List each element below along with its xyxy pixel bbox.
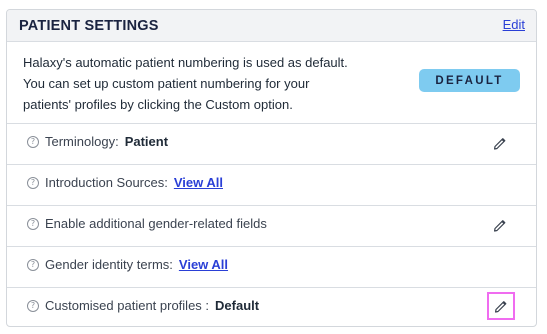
pencil-icon[interactable] <box>487 292 515 320</box>
setting-row-gender-identity-terms: ? Gender identity terms: View All <box>7 247 536 288</box>
patient-settings-card: PATIENT SETTINGS Edit Halaxy's automatic… <box>6 9 537 327</box>
terminology-label: Terminology: <box>45 134 119 149</box>
setting-row-gender-fields: ? Enable additional gender-related field… <box>7 206 536 247</box>
customised-profiles-label: Customised patient profiles : <box>45 298 210 313</box>
gender-fields-label: Enable additional gender-related fields <box>45 216 267 231</box>
gender-identity-terms-label: Gender identity terms: <box>45 257 173 272</box>
default-button[interactable]: DEFAULT <box>419 69 520 92</box>
row-text: Customised patient profiles : Default <box>45 298 259 313</box>
numbering-intro: Halaxy's automatic patient numbering is … <box>7 42 536 124</box>
help-icon[interactable]: ? <box>27 218 39 230</box>
card-title: PATIENT SETTINGS <box>19 18 159 34</box>
card-header: PATIENT SETTINGS Edit <box>7 10 536 42</box>
setting-row-customised-profiles: ? Customised patient profiles : Default <box>7 288 536 326</box>
row-text: Introduction Sources: View All <box>45 175 223 190</box>
row-text: Terminology: Patient <box>45 134 168 149</box>
help-icon[interactable]: ? <box>27 259 39 271</box>
setting-row-terminology: ? Terminology: Patient <box>7 124 536 165</box>
help-icon[interactable]: ? <box>27 300 39 312</box>
terminology-value: Patient <box>124 134 169 149</box>
default-button-label: DEFAULT <box>435 74 504 87</box>
intro-text: Halaxy's automatic patient numbering is … <box>23 55 348 112</box>
edit-link[interactable]: Edit <box>503 17 525 32</box>
introduction-sources-view-all-link[interactable]: View All <box>174 175 223 190</box>
gender-identity-terms-view-all-link[interactable]: View All <box>179 257 228 272</box>
help-icon[interactable]: ? <box>27 136 39 148</box>
setting-row-introduction-sources: ? Introduction Sources: View All <box>7 165 536 206</box>
help-icon[interactable]: ? <box>27 177 39 189</box>
pencil-icon[interactable] <box>492 135 508 151</box>
settings-rows: ? Terminology: Patient ? Introduction Sou… <box>7 124 536 326</box>
row-text: Gender identity terms: View All <box>45 257 228 272</box>
customised-profiles-value: Default <box>215 298 260 313</box>
introduction-sources-label: Introduction Sources: <box>45 175 168 190</box>
pencil-icon[interactable] <box>492 217 508 233</box>
